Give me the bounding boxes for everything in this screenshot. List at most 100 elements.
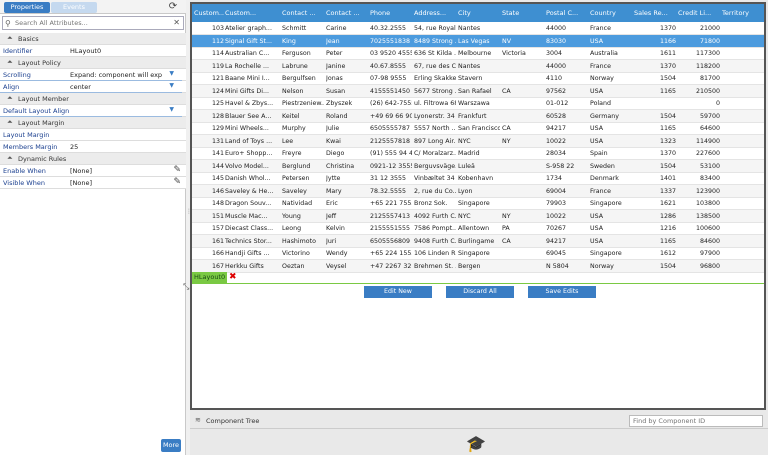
column-header[interactable]: Address... bbox=[414, 9, 456, 17]
column-header[interactable]: Contact ... bbox=[326, 9, 368, 17]
prop-scrolling[interactable]: Scrolling Expand: component will exp... … bbox=[0, 69, 186, 81]
table-row[interactable]: 166 Handji Gifts ... Victorino Wendy +65 224… bbox=[192, 247, 764, 260]
close-icon[interactable]: ✕ bbox=[173, 17, 180, 29]
table-row[interactable]: 128 Blauer See A... Keitel Roland +49 69 66 … bbox=[192, 109, 764, 123]
prop-identifier[interactable]: Identifier HLayout0 bbox=[0, 45, 186, 57]
table-row[interactable]: 146 Saveley & He... Saveley Mary 78.32.5555 2… bbox=[192, 184, 764, 198]
table-row[interactable]: 125 Havel & Zbys... Piestrzeniew... Zbyszek… bbox=[192, 97, 764, 110]
save-edits-button[interactable]: Save Edits bbox=[528, 286, 596, 298]
pencil-icon[interactable]: ✎ bbox=[173, 177, 181, 187]
refresh-icon[interactable]: ⟳ bbox=[167, 1, 179, 13]
table-row[interactable]: 151 Muscle Mac... Young Jeff 2125557413 4092 … bbox=[192, 209, 764, 223]
table-cell: Volvo Model... bbox=[225, 162, 269, 170]
section-basics[interactable]: ⏶ Basics bbox=[0, 33, 186, 45]
column-header[interactable]: Country bbox=[590, 9, 632, 17]
section-label: Layout Policy bbox=[18, 59, 61, 67]
table-cell: 2155551555 bbox=[370, 225, 411, 232]
table-row[interactable]: 103 Atelier graph... Schmitt Carine 40.32.25… bbox=[192, 22, 764, 35]
table-cell: 1370 bbox=[659, 150, 676, 157]
table-row[interactable]: 114 Australian C... Ferguson Peter 03 9520 4… bbox=[192, 47, 764, 60]
column-header[interactable]: State bbox=[502, 9, 544, 17]
find-component-input[interactable] bbox=[629, 415, 763, 427]
scrolling-select[interactable]: Expand: component will exp... bbox=[70, 71, 162, 79]
table-cell: 2125557818 bbox=[370, 137, 411, 145]
table-cell: Allentown bbox=[458, 225, 490, 232]
section-dynamic-rules[interactable]: ⏶ Dynamic Rules bbox=[0, 153, 186, 165]
prop-default-layout-align[interactable]: Default Layout Align ▼ bbox=[0, 105, 186, 117]
tab-properties[interactable]: Properties bbox=[4, 2, 50, 13]
graduation-cap-icon[interactable]: 🎓 bbox=[466, 434, 486, 453]
chevron-down-icon[interactable]: ▼ bbox=[169, 70, 174, 77]
column-header[interactable]: Contact ... bbox=[282, 9, 324, 17]
column-header[interactable]: Phone bbox=[370, 9, 412, 17]
table-cell: PA bbox=[502, 225, 510, 232]
table-row[interactable]: 112 Signal Gift St... King Jean 7025551838 84… bbox=[192, 34, 764, 48]
table-cell: NY bbox=[502, 212, 511, 220]
search-input[interactable] bbox=[15, 18, 165, 28]
table-cell: Poland bbox=[590, 100, 612, 107]
column-header[interactable]: Credit Li... bbox=[678, 9, 720, 17]
chevron-down-icon[interactable]: ▼ bbox=[169, 82, 174, 89]
table-cell: 131 bbox=[211, 137, 224, 145]
discard-all-button[interactable]: Discard All bbox=[446, 286, 514, 298]
table-row[interactable]: 161 Technics Stor... Hashimoto Juri 65055568… bbox=[192, 234, 764, 248]
table-cell: Leong bbox=[282, 225, 302, 232]
component-tree-label[interactable]: Component Tree bbox=[206, 417, 259, 425]
prop-enable-when[interactable]: Enable When [None] ✎ bbox=[0, 165, 186, 177]
table-row[interactable]: 167Herkku Gifts Oeztan Veysel +47 2267 32..… bbox=[192, 259, 764, 273]
table-row[interactable]: 157 Diecast Class... Leong Kelvin 2155551555… bbox=[192, 222, 764, 235]
table-cell: S-958 22 bbox=[546, 162, 575, 170]
table-row[interactable]: 124 Mini Gifts Di... Nelson Susan 4155551450… bbox=[192, 84, 764, 98]
table-cell: C/ Moralzarz... bbox=[414, 150, 456, 157]
component-tree-icon[interactable]: ≋ bbox=[195, 416, 201, 424]
table-cell: Denmark bbox=[590, 175, 619, 182]
column-header[interactable]: Postal C... bbox=[546, 9, 588, 17]
prop-layout-margin[interactable]: Layout Margin bbox=[0, 129, 186, 141]
hlayout-badge[interactable]: HLayout0 bbox=[192, 272, 228, 283]
section-layout-margin[interactable]: ⏶ Layout Margin bbox=[0, 117, 186, 129]
tab-events[interactable]: Events bbox=[51, 2, 97, 13]
section-layout-member[interactable]: ⏶ Layout Member bbox=[0, 93, 186, 105]
table-cell: Schmitt bbox=[282, 25, 307, 32]
table-cell: Zbyszek bbox=[326, 100, 353, 107]
table-row[interactable]: 144 Volvo Model... Berglund Christina 0921-1… bbox=[192, 159, 764, 173]
column-header[interactable]: Sales Re... bbox=[634, 9, 676, 17]
table-cell: Germany bbox=[590, 112, 619, 120]
visible-when-field[interactable]: [None] bbox=[70, 179, 162, 187]
align-select[interactable]: center bbox=[70, 83, 162, 91]
table-cell: Singapore bbox=[458, 200, 490, 207]
move-handle-icon[interactable]: ⤡ bbox=[183, 282, 189, 292]
table-row[interactable]: 131 Land of Toys ... Lee Kwai 2125557818 897 … bbox=[192, 134, 764, 148]
section-layout-policy[interactable]: ⏶ Layout Policy bbox=[0, 57, 186, 69]
table-cell: 161 bbox=[211, 237, 224, 245]
table-row[interactable]: 145 Danish Whol... Petersen Jytte 31 12 3555… bbox=[192, 172, 764, 185]
column-header[interactable]: Custom... bbox=[225, 9, 279, 17]
pencil-icon[interactable]: ✎ bbox=[173, 165, 181, 175]
table-cell: 145 bbox=[211, 175, 224, 182]
prop-members-margin[interactable]: Members Margin 25 bbox=[0, 141, 186, 153]
table-row[interactable]: 119 La Rochelle ... Labrune Janine 40.67.855… bbox=[192, 59, 764, 73]
column-header[interactable]: Custom... bbox=[194, 9, 224, 17]
chevron-down-icon[interactable]: ▼ bbox=[169, 106, 174, 113]
edit-new-button[interactable]: Edit New bbox=[364, 286, 432, 298]
column-header[interactable]: City bbox=[458, 9, 500, 17]
table-cell: 03 9520 4555 bbox=[370, 50, 412, 57]
delete-icon[interactable]: ✖ bbox=[229, 272, 237, 283]
members-margin-field[interactable]: 25 bbox=[70, 143, 162, 151]
table-cell: Kelvin bbox=[326, 225, 345, 232]
identifier-field[interactable]: HLayout0 bbox=[70, 47, 162, 55]
more-button[interactable]: More bbox=[161, 439, 181, 452]
collapse-icon: ⏶ bbox=[7, 34, 13, 42]
enable-when-field[interactable]: [None] bbox=[70, 167, 162, 175]
table-cell: Freyre bbox=[282, 150, 302, 157]
table-row[interactable]: 141 Euro+ Shopp... Freyre Diego (91) 555 94 … bbox=[192, 147, 764, 160]
grid-header: Custom... Custom... Contact ... Contact ...… bbox=[192, 4, 764, 22]
table-cell: NV bbox=[502, 37, 512, 45]
table-cell: +65 221 7555 bbox=[370, 200, 412, 207]
prop-visible-when[interactable]: Visible When [None] ✎ bbox=[0, 177, 186, 189]
table-row[interactable]: 129 Mini Wheels... Murphy Julie 6505555787 55… bbox=[192, 122, 764, 135]
table-row[interactable]: 148 Dragon Souv... Natividad Eric +65 221 75… bbox=[192, 197, 764, 210]
column-header[interactable]: Territory bbox=[722, 9, 762, 17]
table-row[interactable]: 121 Baane Mini I... Bergulfsen Jonas 07-98 9… bbox=[192, 72, 764, 85]
prop-align[interactable]: Align center ▼ bbox=[0, 81, 186, 93]
